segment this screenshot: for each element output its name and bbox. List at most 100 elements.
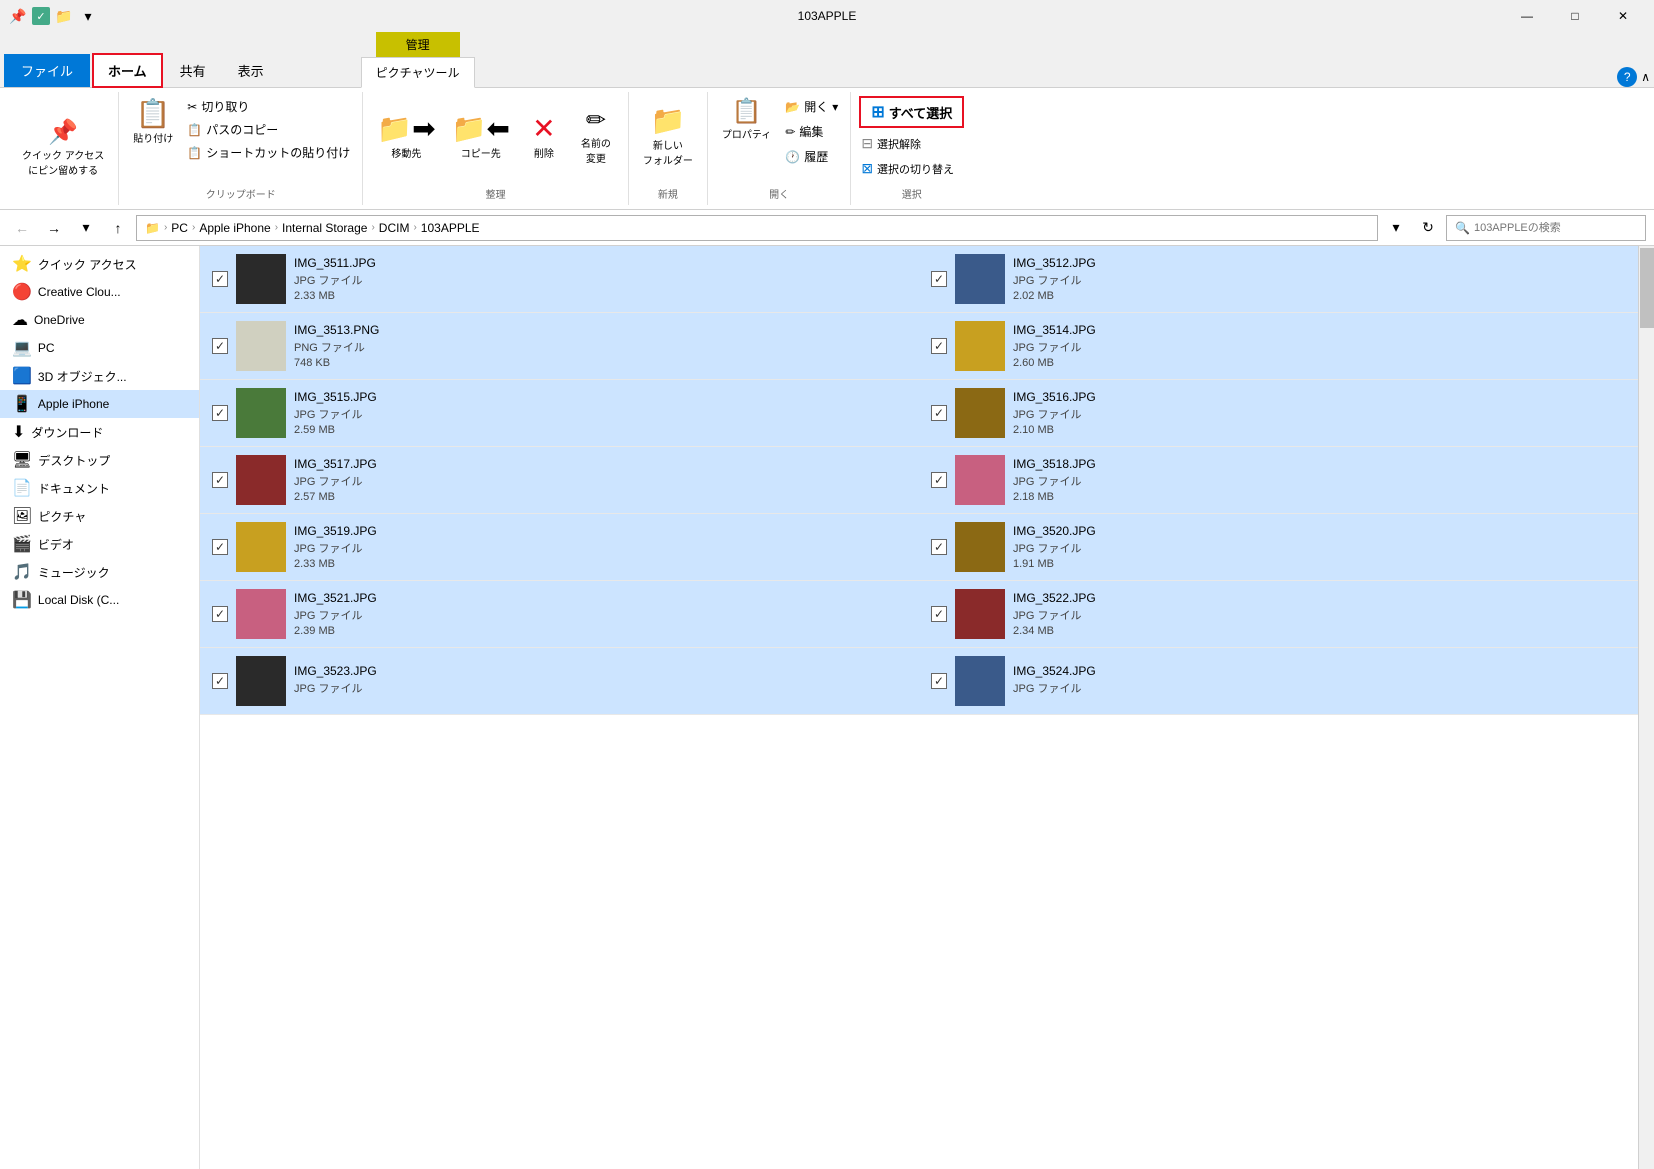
file-checkbox-12[interactable] xyxy=(212,673,228,689)
path-part-folder[interactable]: 103APPLE xyxy=(421,221,480,235)
minimize-button[interactable]: — xyxy=(1504,0,1550,32)
paste-shortcut-button[interactable]: 📋 ショートカットの貼り付け xyxy=(183,142,354,163)
file-checkbox-4[interactable] xyxy=(212,405,228,421)
move-to-button[interactable]: 📁➡ 移動先 xyxy=(371,111,441,164)
file-item[interactable]: IMG_3523.JPG JPG ファイル xyxy=(200,648,919,715)
file-checkbox-6[interactable] xyxy=(212,472,228,488)
sidebar-item-3[interactable]: 💻PC xyxy=(0,334,199,362)
select-all-button[interactable]: ⊞ すべて選択 xyxy=(859,96,964,128)
file-checkbox-11[interactable] xyxy=(931,606,947,622)
tab-home[interactable]: ホーム xyxy=(92,53,163,88)
file-item[interactable]: IMG_3514.JPG JPG ファイル 2.60 MB xyxy=(919,313,1638,380)
sidebar-label-8: ドキュメント xyxy=(38,480,110,497)
file-thumb-7 xyxy=(955,455,1005,505)
sidebar-item-0[interactable]: ⭐クイック アクセス xyxy=(0,250,199,278)
sidebar-item-9[interactable]: 🖼ピクチャ xyxy=(0,502,199,530)
open-button[interactable]: 📂 開く ▾ xyxy=(781,96,842,117)
path-part-pc[interactable]: PC xyxy=(171,221,188,235)
search-box[interactable]: 🔍 xyxy=(1446,215,1646,241)
recent-locations-button[interactable]: ▾ xyxy=(72,214,100,242)
expand-path-button[interactable]: ▾ xyxy=(1382,214,1410,242)
file-checkbox-13[interactable] xyxy=(931,673,947,689)
file-item[interactable]: IMG_3522.JPG JPG ファイル 2.34 MB xyxy=(919,581,1638,648)
title-bar: 📌 ✓ 📁 ▾ 103APPLE — □ ✕ xyxy=(0,0,1654,32)
tab-file[interactable]: ファイル xyxy=(4,54,90,87)
qat-dropdown-icon[interactable]: ▾ xyxy=(78,6,98,26)
back-button[interactable]: ← xyxy=(8,214,36,242)
qat-pin-icon[interactable]: 📌 xyxy=(8,6,28,26)
search-input[interactable] xyxy=(1474,222,1637,234)
history-button[interactable]: 🕐 履歴 xyxy=(781,146,842,167)
new-folder-button[interactable]: 📁 新しい フォルダー xyxy=(637,103,699,171)
file-checkbox-7[interactable] xyxy=(931,472,947,488)
sidebar-item-12[interactable]: 💾Local Disk (C... xyxy=(0,586,199,614)
sidebar-item-7[interactable]: 🖥デスクトップ xyxy=(0,446,199,474)
edit-button[interactable]: ✏ 編集 xyxy=(781,121,842,142)
refresh-button[interactable]: ↻ xyxy=(1414,214,1442,242)
maximize-button[interactable]: □ xyxy=(1552,0,1598,32)
sidebar-item-5[interactable]: 📱Apple iPhone xyxy=(0,390,199,418)
address-path[interactable]: 📁 › PC › Apple iPhone › Internal Storage… xyxy=(136,215,1378,241)
paste-button[interactable]: 📋 貼り付け xyxy=(127,96,179,149)
main-area: ⭐クイック アクセス🔴Creative Clou...☁OneDrive💻PC🟦… xyxy=(0,246,1654,1169)
copy-path-button[interactable]: 📋 パスのコピー xyxy=(183,119,354,140)
open-icon: 📂 xyxy=(785,100,800,114)
file-checkbox-2[interactable] xyxy=(212,338,228,354)
sidebar-item-8[interactable]: 📄ドキュメント xyxy=(0,474,199,502)
path-part-iphone[interactable]: Apple iPhone xyxy=(199,221,270,235)
file-item[interactable]: IMG_3518.JPG JPG ファイル 2.18 MB xyxy=(919,447,1638,514)
file-info-9: IMG_3520.JPG JPG ファイル 1.91 MB xyxy=(1013,524,1096,570)
pin-button[interactable]: 📌 クイック アクセス にピン留めする xyxy=(16,117,110,181)
file-item[interactable]: IMG_3512.JPG JPG ファイル 2.02 MB xyxy=(919,246,1638,313)
delete-button[interactable]: ✕ 削除 xyxy=(520,111,568,164)
sidebar-item-11[interactable]: 🎵ミュージック xyxy=(0,558,199,586)
forward-button[interactable]: → xyxy=(40,214,68,242)
file-checkbox-9[interactable] xyxy=(931,539,947,555)
scrollbar-thumb[interactable] xyxy=(1640,248,1654,328)
file-checkbox-8[interactable] xyxy=(212,539,228,555)
help-button[interactable]: ? xyxy=(1617,67,1637,87)
file-item[interactable]: IMG_3516.JPG JPG ファイル 2.10 MB xyxy=(919,380,1638,447)
file-checkbox-0[interactable] xyxy=(212,271,228,287)
path-part-dcim[interactable]: DCIM xyxy=(379,221,410,235)
up-button[interactable]: ↑ xyxy=(104,214,132,242)
file-checkbox-3[interactable] xyxy=(931,338,947,354)
sidebar-item-4[interactable]: 🟦3D オブジェク... xyxy=(0,362,199,390)
file-checkbox-1[interactable] xyxy=(931,271,947,287)
properties-button[interactable]: 📋 プロパティ xyxy=(716,96,777,145)
ribbon-group-open: 📋 プロパティ 📂 開く ▾ ✏ 編集 🕐 履歴 xyxy=(708,92,851,205)
file-item[interactable]: IMG_3524.JPG JPG ファイル xyxy=(919,648,1638,715)
file-item[interactable]: IMG_3520.JPG JPG ファイル 1.91 MB xyxy=(919,514,1638,581)
file-size-2: 748 KB xyxy=(294,357,379,369)
cut-button[interactable]: ✂ 切り取り xyxy=(183,96,354,117)
tab-manage[interactable]: 管理 xyxy=(376,32,460,57)
close-button[interactable]: ✕ xyxy=(1600,0,1646,32)
invert-selection-button[interactable]: ⊠ 選択の切り替え xyxy=(859,159,956,178)
tab-view[interactable]: 表示 xyxy=(223,54,279,87)
sidebar-item-2[interactable]: ☁OneDrive xyxy=(0,306,199,334)
file-item[interactable]: IMG_3513.PNG PNG ファイル 748 KB xyxy=(200,313,919,380)
sidebar-item-6[interactable]: ⬇ダウンロード xyxy=(0,418,199,446)
sidebar-item-10[interactable]: 🎬ビデオ xyxy=(0,530,199,558)
deselect-button[interactable]: ⊟ 選択解除 xyxy=(859,134,923,153)
file-item[interactable]: IMG_3517.JPG JPG ファイル 2.57 MB xyxy=(200,447,919,514)
scrollbar-track[interactable] xyxy=(1638,246,1654,1169)
file-item[interactable]: IMG_3515.JPG JPG ファイル 2.59 MB xyxy=(200,380,919,447)
file-checkbox-10[interactable] xyxy=(212,606,228,622)
file-item[interactable]: IMG_3511.JPG JPG ファイル 2.33 MB xyxy=(200,246,919,313)
tab-share[interactable]: 共有 xyxy=(165,54,221,87)
file-type-13: JPG ファイル xyxy=(1013,680,1096,696)
qat-folder-icon[interactable]: 📁 xyxy=(54,6,74,26)
file-item[interactable]: IMG_3519.JPG JPG ファイル 2.33 MB xyxy=(200,514,919,581)
rename-button[interactable]: ✏ 名前の 変更 xyxy=(572,105,620,169)
collapse-ribbon-button[interactable]: ∧ xyxy=(1641,70,1650,84)
tab-picture-tools[interactable]: ピクチャツール xyxy=(361,57,475,88)
copy-to-button[interactable]: 📁⬅ コピー先 xyxy=(446,111,516,164)
file-item[interactable]: IMG_3521.JPG JPG ファイル 2.39 MB xyxy=(200,581,919,648)
sidebar-item-1[interactable]: 🔴Creative Clou... xyxy=(0,278,199,306)
file-list[interactable]: IMG_3511.JPG JPG ファイル 2.33 MB IMG_3512.J… xyxy=(200,246,1638,1169)
qat-check-icon[interactable]: ✓ xyxy=(32,7,50,25)
path-part-storage[interactable]: Internal Storage xyxy=(282,221,367,235)
deselect-icon: ⊟ xyxy=(861,135,873,152)
file-checkbox-5[interactable] xyxy=(931,405,947,421)
